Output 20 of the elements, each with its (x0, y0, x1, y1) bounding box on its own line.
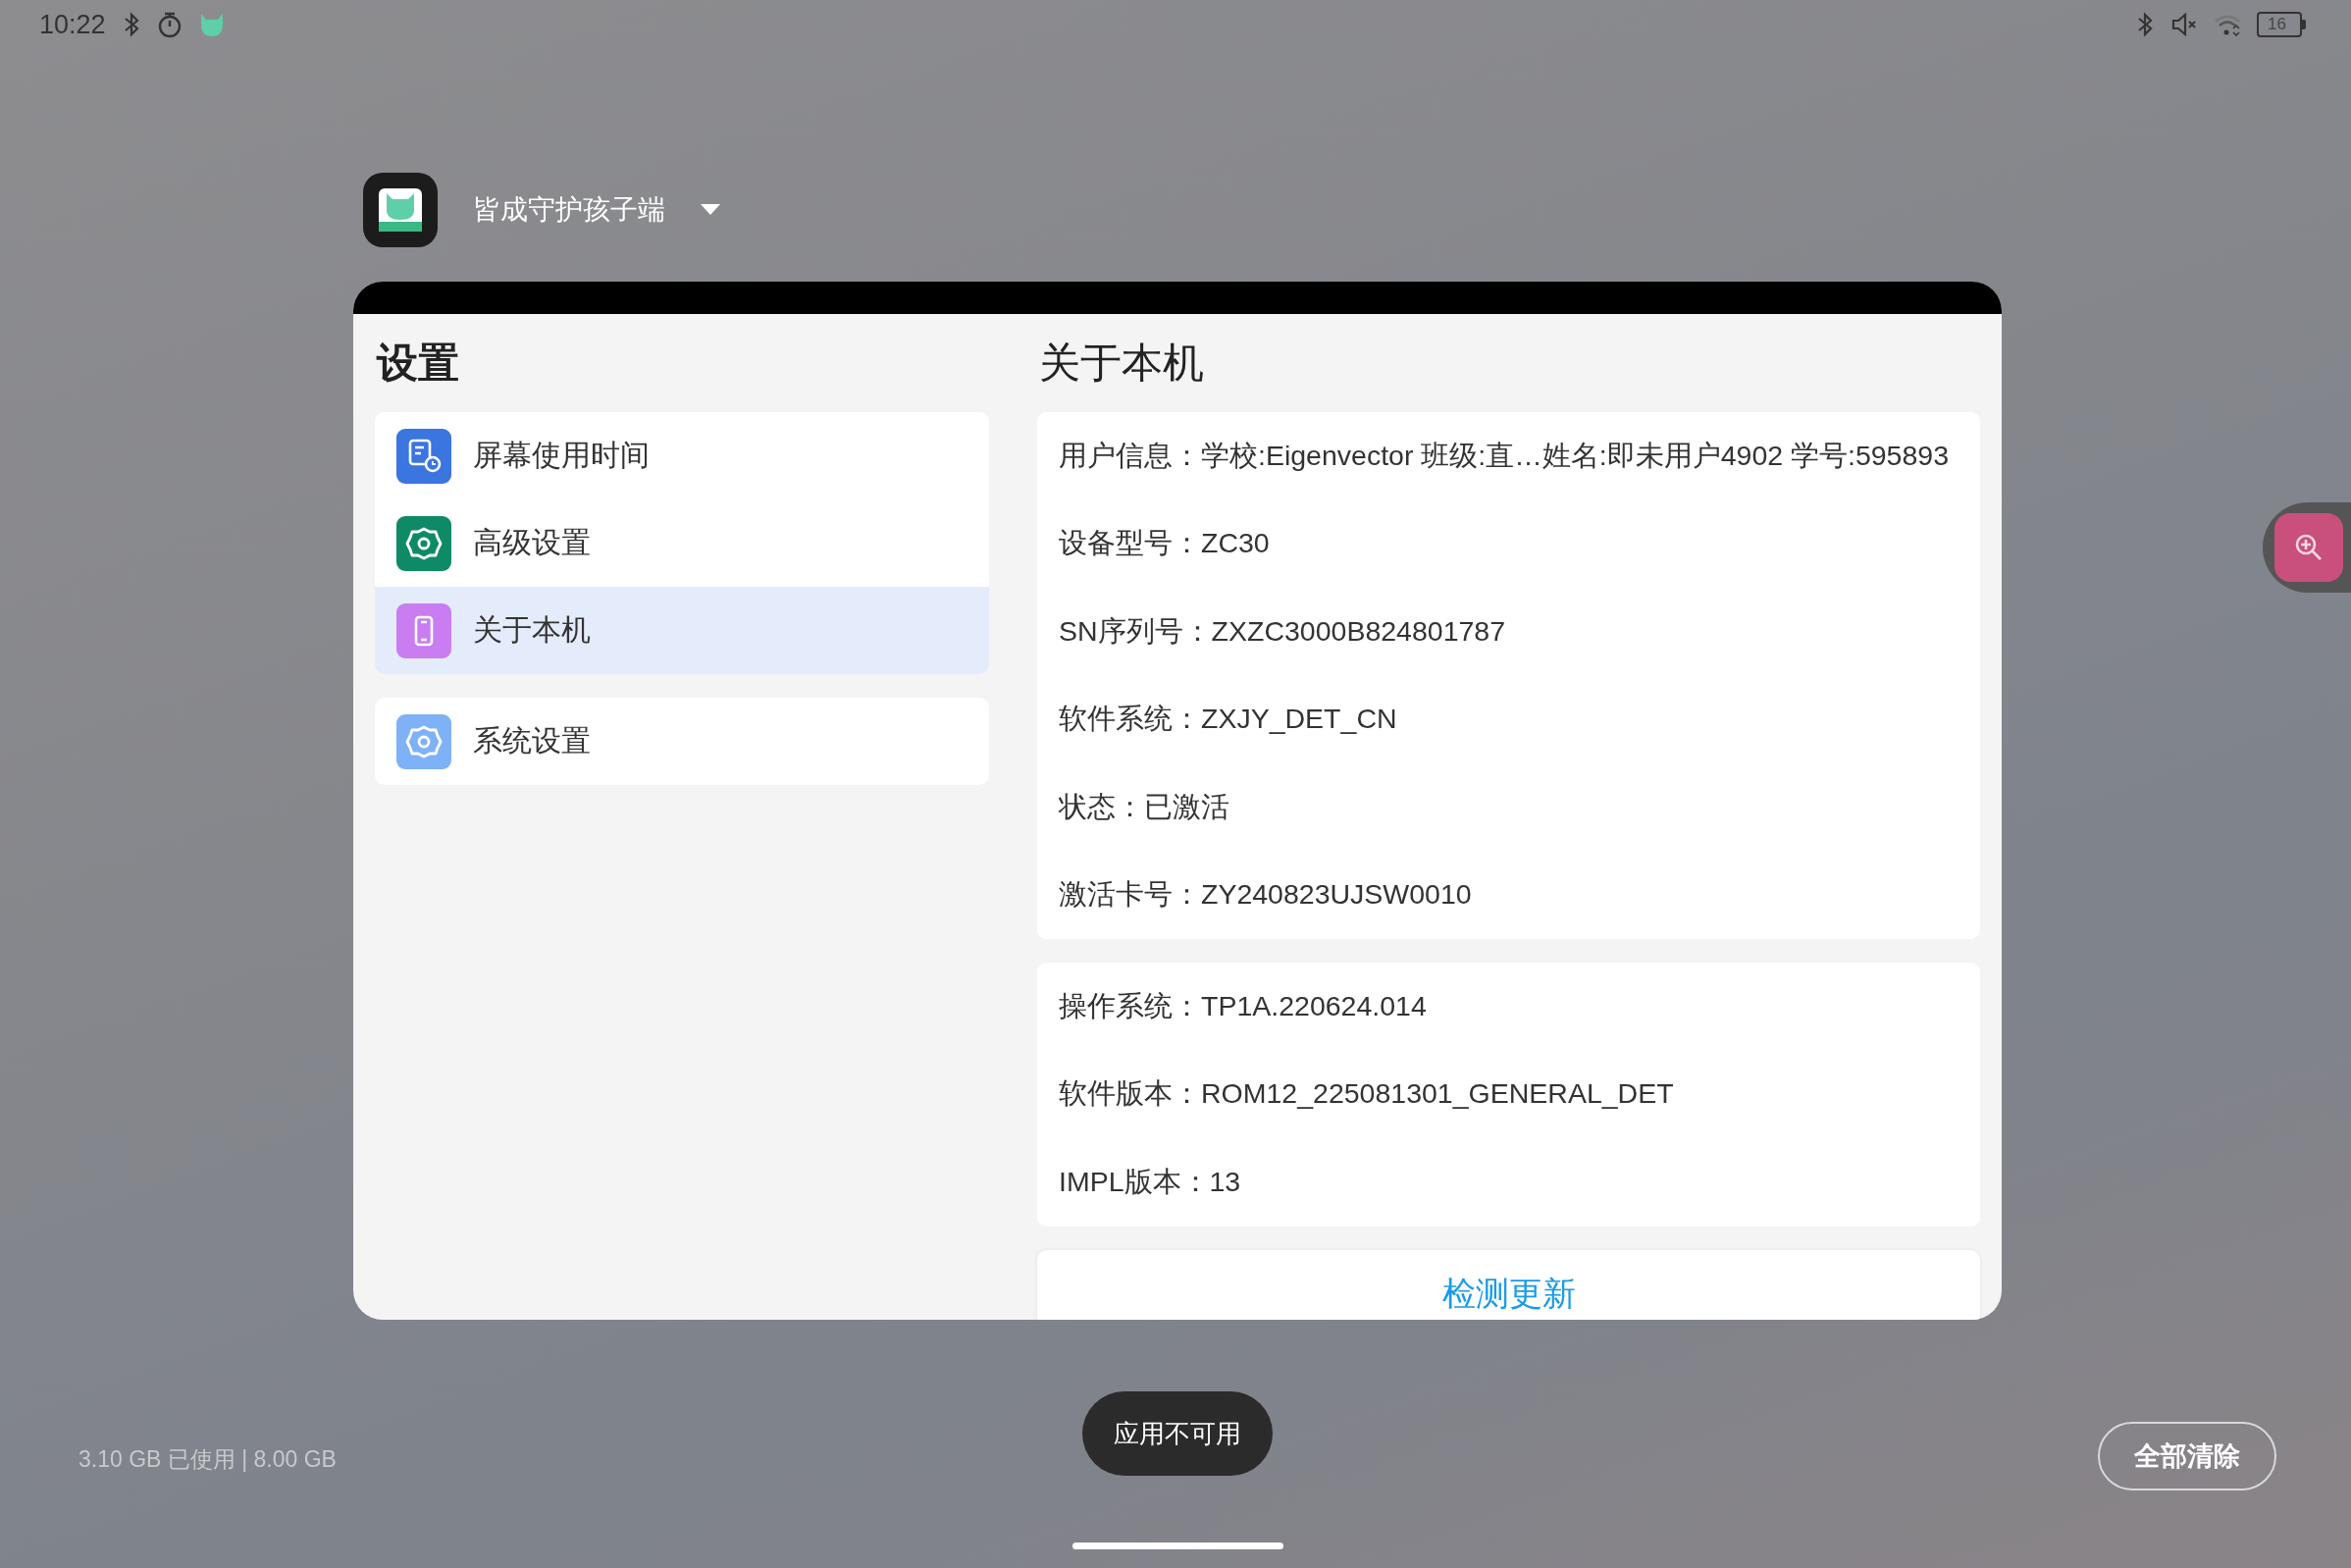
wifi-icon (2214, 13, 2241, 36)
screen-time-icon (396, 428, 451, 484)
battery-level: 16 (2268, 15, 2286, 34)
toast-message: 应用不可用 (1082, 1391, 1273, 1476)
memory-usage: 3.10 GB 已使用 | 8.00 GB (78, 1445, 337, 1474)
mute-icon (2170, 13, 2198, 36)
caret-icon[interactable] (701, 204, 720, 216)
app-icon[interactable] (363, 173, 438, 247)
settings-title: 设置 (375, 339, 460, 388)
creature-logo-icon (379, 188, 422, 232)
gear-icon (396, 515, 451, 571)
app-name: 皆成守护孩子端 (473, 193, 665, 227)
phone-icon (396, 602, 451, 658)
status-time: 10:22 (39, 9, 106, 40)
settings-menu-item[interactable]: 关于本机 (375, 587, 989, 674)
clear-all-button[interactable]: 全部清除 (2098, 1422, 2276, 1490)
about-title: 关于本机 (1038, 339, 1205, 388)
stopwatch-icon (156, 11, 183, 38)
settings-icon (396, 713, 451, 769)
zoom-in-button[interactable] (2274, 513, 2343, 582)
